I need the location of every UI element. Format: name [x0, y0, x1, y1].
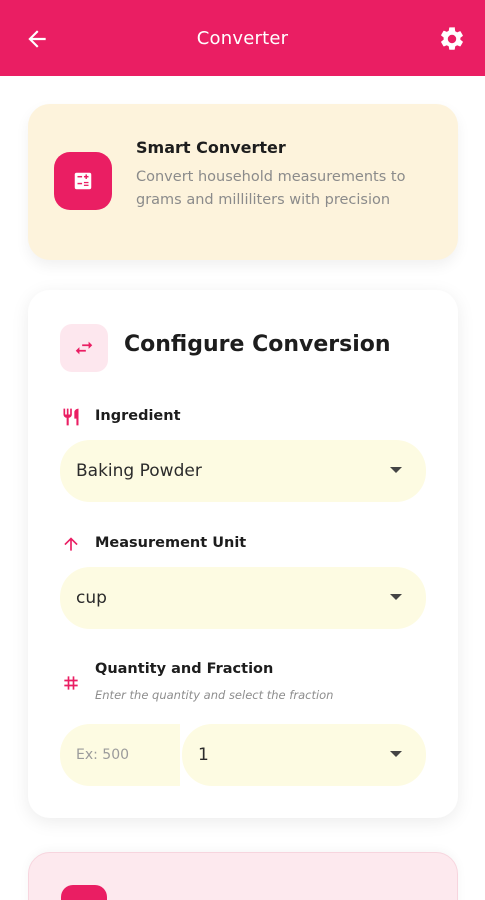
calculator-icon: [74, 172, 92, 190]
calculator-icon-box: [54, 152, 112, 210]
result-card: [28, 852, 458, 900]
caret-down-icon: [390, 594, 402, 600]
fraction-value: 1: [198, 745, 209, 765]
ingredient-value: Baking Powder: [76, 461, 202, 481]
hash-icon: [60, 672, 82, 694]
back-button[interactable]: [22, 24, 52, 54]
app-bar: Converter: [0, 0, 485, 76]
caret-down-icon: [390, 467, 402, 473]
quantity-placeholder: Ex: 500: [76, 747, 130, 763]
ingredient-dropdown[interactable]: Baking Powder: [60, 440, 426, 502]
gear-icon: [441, 27, 463, 50]
arrow-up-icon: [60, 533, 82, 555]
configure-title: Configure Conversion: [124, 332, 391, 357]
quantity-input[interactable]: Ex: 500: [60, 724, 180, 786]
swap-icon: [75, 341, 93, 355]
unit-label: Measurement Unit: [95, 535, 247, 551]
caret-down-icon: [390, 751, 402, 757]
page-title: Converter: [196, 27, 289, 49]
swap-icon-box: [60, 324, 108, 372]
result-icon: [61, 885, 107, 900]
fraction-dropdown[interactable]: 1: [182, 724, 426, 786]
info-card: Smart Converter Convert household measur…: [28, 104, 458, 260]
settings-button[interactable]: [437, 24, 467, 54]
quantity-hint: Enter the quantity and select the fracti…: [95, 688, 334, 702]
info-description: Convert household measurements to grams …: [136, 169, 406, 208]
fork-knife-icon: [60, 406, 82, 428]
arrow-left-icon: [28, 30, 46, 48]
unit-value: cup: [76, 588, 107, 608]
unit-dropdown[interactable]: cup: [60, 567, 426, 629]
configure-card: Configure Conversion Ingredient Baking P…: [28, 290, 458, 818]
info-title: Smart Converter: [136, 138, 286, 157]
ingredient-label: Ingredient: [95, 408, 181, 424]
quantity-label: Quantity and Fraction: [95, 661, 274, 677]
